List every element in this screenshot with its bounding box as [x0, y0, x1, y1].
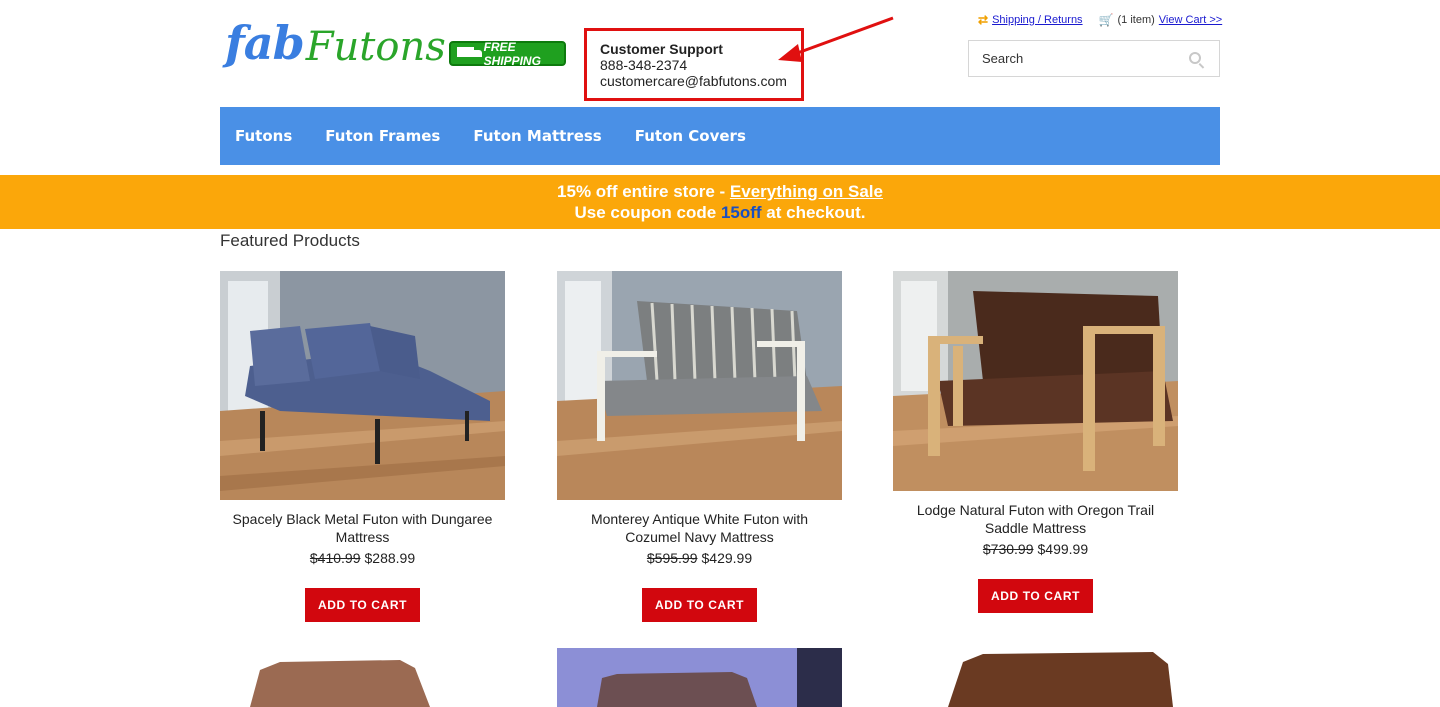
coupon-text: Use coupon code — [574, 203, 721, 222]
product-image[interactable] — [893, 271, 1178, 491]
product-image[interactable] — [557, 648, 842, 707]
futon-photo-icon — [220, 648, 505, 707]
nav-item-futon-mattress[interactable]: Futon Mattress — [473, 127, 601, 145]
truck-icon — [457, 47, 482, 60]
swap-arrows-icon: ⇄ — [978, 13, 989, 27]
shipping-returns-link[interactable]: Shipping / Returns — [992, 14, 1083, 26]
promo-line-2: Use coupon code 15off at checkout. — [0, 202, 1440, 223]
add-to-cart-button[interactable]: ADD TO CART — [304, 588, 421, 622]
product-name[interactable]: Monterey Antique White Futon with Cozume… — [557, 510, 842, 546]
product-price: $595.99 $429.99 — [557, 550, 842, 566]
search-icon[interactable] — [1189, 52, 1201, 64]
annotation-arrow-icon — [778, 16, 894, 62]
search-input[interactable]: Search — [968, 40, 1220, 77]
free-shipping-badge: FREE SHIPPING — [449, 39, 566, 68]
site-logo[interactable]: fab Futons — [225, 14, 446, 70]
old-price: $595.99 — [646, 550, 698, 566]
view-cart-link[interactable]: View Cart >> — [1159, 14, 1222, 26]
product-card: Spacely Black Metal Futon with Dungaree … — [220, 271, 505, 622]
logo-fab: fab — [225, 16, 305, 70]
futon-photo-icon — [893, 271, 1178, 491]
old-price: $410.99 — [309, 550, 361, 566]
support-email[interactable]: customercare@fabfutons.com — [600, 73, 801, 89]
cart-count: (1 item) — [1117, 14, 1155, 26]
coupon-code: 15off — [720, 203, 762, 222]
sale-price: $499.99 — [1037, 541, 1089, 557]
futon-photo-icon — [893, 648, 1178, 707]
nav-item-futon-covers[interactable]: Futon Covers — [635, 127, 746, 145]
add-to-cart-button[interactable]: ADD TO CART — [977, 579, 1094, 613]
product-image[interactable] — [893, 648, 1178, 707]
product-card: Lodge Natural Futon with Oregon Trail Sa… — [893, 271, 1178, 613]
nav-item-futons[interactable]: Futons — [235, 127, 292, 145]
product-name[interactable]: Lodge Natural Futon with Oregon Trail Sa… — [893, 501, 1178, 537]
top-links: ⇄ Shipping / Returns 🛒 (1 item) View Car… — [978, 13, 1222, 27]
page: fab Futons FREE SHIPPING Customer Suppor… — [0, 0, 1440, 707]
logo-futons: Futons — [305, 24, 446, 70]
product-price: $730.99 $499.99 — [893, 541, 1178, 557]
free-shipping-label: FREE SHIPPING — [483, 39, 541, 68]
product-image[interactable] — [557, 271, 842, 500]
promo-banner: 15% off entire store - Everything on Sal… — [0, 175, 1440, 229]
product-image[interactable] — [220, 271, 505, 500]
promo-line-1: 15% off entire store - Everything on Sal… — [0, 181, 1440, 202]
main-nav: Futons Futon Frames Futon Mattress Futon… — [220, 107, 1220, 165]
promo-text: 15% off entire store - — [557, 182, 730, 201]
product-name[interactable]: Spacely Black Metal Futon with Dungaree … — [220, 510, 505, 546]
sale-price: $429.99 — [701, 550, 753, 566]
product-image[interactable] — [220, 648, 505, 707]
nav-item-futon-frames[interactable]: Futon Frames — [325, 127, 440, 145]
search-placeholder: Search — [982, 51, 1024, 66]
product-card: Monterey Antique White Futon with Cozume… — [557, 271, 842, 622]
old-price: $730.99 — [982, 541, 1034, 557]
sale-price: $288.99 — [364, 550, 416, 566]
product-price: $410.99 $288.99 — [220, 550, 505, 566]
add-to-cart-button[interactable]: ADD TO CART — [641, 588, 758, 622]
coupon-suffix: at checkout. — [761, 203, 866, 222]
futon-photo-icon — [557, 648, 842, 707]
cart-icon: 🛒 — [1098, 13, 1114, 27]
futon-photo-icon — [220, 271, 505, 500]
featured-products-title: Featured Products — [220, 231, 360, 250]
everything-on-sale-link[interactable]: Everything on Sale — [730, 182, 883, 201]
futon-photo-icon — [557, 271, 842, 500]
